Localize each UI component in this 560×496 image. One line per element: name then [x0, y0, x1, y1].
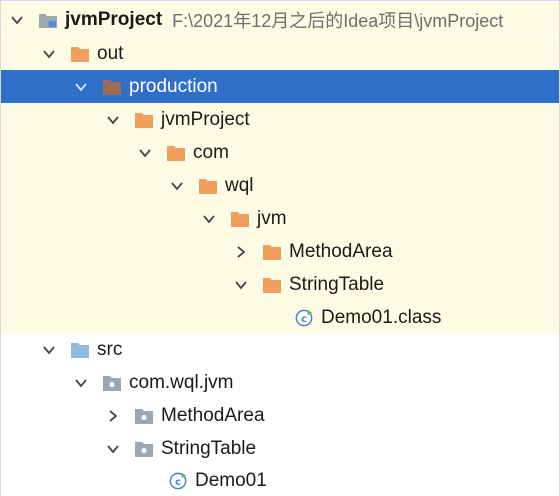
chevron-down-icon[interactable]	[69, 371, 93, 395]
chevron-down-icon[interactable]	[37, 338, 61, 362]
folder-orange-icon	[101, 76, 123, 98]
folder-orange-icon	[133, 109, 155, 131]
root-path: F:\2021年12月之后的Idea项目\jvmProject	[172, 10, 504, 31]
chevron-down-icon[interactable]	[133, 141, 157, 165]
node-label: production	[129, 76, 218, 97]
node-label: StringTable	[289, 274, 385, 295]
tree-row-src-methodarea[interactable]: MethodArea	[1, 399, 559, 432]
folder-orange-icon	[197, 175, 219, 197]
module-folder-icon	[37, 9, 59, 31]
package-icon	[133, 405, 155, 427]
folder-orange-icon	[261, 241, 283, 263]
node-label: jvmProject	[161, 109, 250, 130]
chevron-down-icon[interactable]	[37, 42, 61, 66]
folder-orange-icon	[165, 142, 187, 164]
tree-row-com-wql-jvm[interactable]: com.wql.jvm	[1, 366, 559, 399]
chevron-down-icon[interactable]	[229, 273, 253, 297]
package-icon	[101, 372, 123, 394]
project-tree: jvmProject F:\2021年12月之后的Idea项目\jvmProje…	[0, 0, 560, 496]
chevron-right-icon[interactable]	[229, 240, 253, 264]
tree-row-src[interactable]: src	[1, 333, 559, 366]
tree-row-root-jvmproject[interactable]: jvmProject F:\2021年12月之后的Idea项目\jvmProje…	[1, 3, 559, 36]
svg-text:c: c	[301, 314, 307, 325]
node-label: out	[97, 43, 124, 64]
folder-orange-icon	[69, 43, 91, 65]
tree-row-jvmproject[interactable]: jvmProject	[1, 103, 559, 136]
chevron-down-icon[interactable]	[101, 437, 125, 461]
tree-row-out-stringtable[interactable]: StringTable	[1, 268, 559, 301]
chevron-down-icon[interactable]	[165, 174, 189, 198]
folder-orange-icon	[261, 274, 283, 296]
node-label: wql	[225, 175, 254, 196]
chevron-down-icon[interactable]	[5, 8, 29, 32]
source-folder-icon	[69, 339, 91, 361]
java-class-icon: c	[167, 470, 189, 492]
node-label: jvm	[257, 208, 287, 229]
chevron-down-icon[interactable]	[69, 75, 93, 99]
svg-text:c: c	[175, 477, 181, 488]
tree-row-jvm[interactable]: jvm	[1, 202, 559, 235]
node-label: com	[193, 142, 229, 163]
tree-row-demo01[interactable]: c Demo01	[1, 464, 559, 496]
tree-row-out-methodarea[interactable]: MethodArea	[1, 235, 559, 268]
node-label: MethodArea	[161, 405, 265, 426]
class-file-icon: c	[293, 307, 315, 329]
chevron-down-icon[interactable]	[101, 108, 125, 132]
node-label: Demo01.class	[321, 307, 442, 328]
tree-row-wql[interactable]: wql	[1, 169, 559, 202]
tree-row-com[interactable]: com	[1, 136, 559, 169]
node-label: StringTable	[161, 438, 257, 459]
tree-row-out[interactable]: out	[1, 37, 559, 70]
node-label: com.wql.jvm	[129, 372, 234, 393]
node-label: MethodArea	[289, 241, 393, 262]
chevron-right-icon[interactable]	[101, 404, 125, 428]
root-label: jvmProject	[65, 9, 163, 30]
folder-orange-icon	[229, 208, 251, 230]
tree-row-src-stringtable[interactable]: StringTable	[1, 432, 559, 465]
node-label: Demo01	[195, 470, 267, 491]
node-label: src	[97, 339, 123, 360]
package-icon	[133, 438, 155, 460]
tree-row-production[interactable]: production	[1, 70, 559, 103]
tree-row-demo01-class[interactable]: c Demo01.class	[1, 301, 559, 334]
chevron-down-icon[interactable]	[197, 207, 221, 231]
